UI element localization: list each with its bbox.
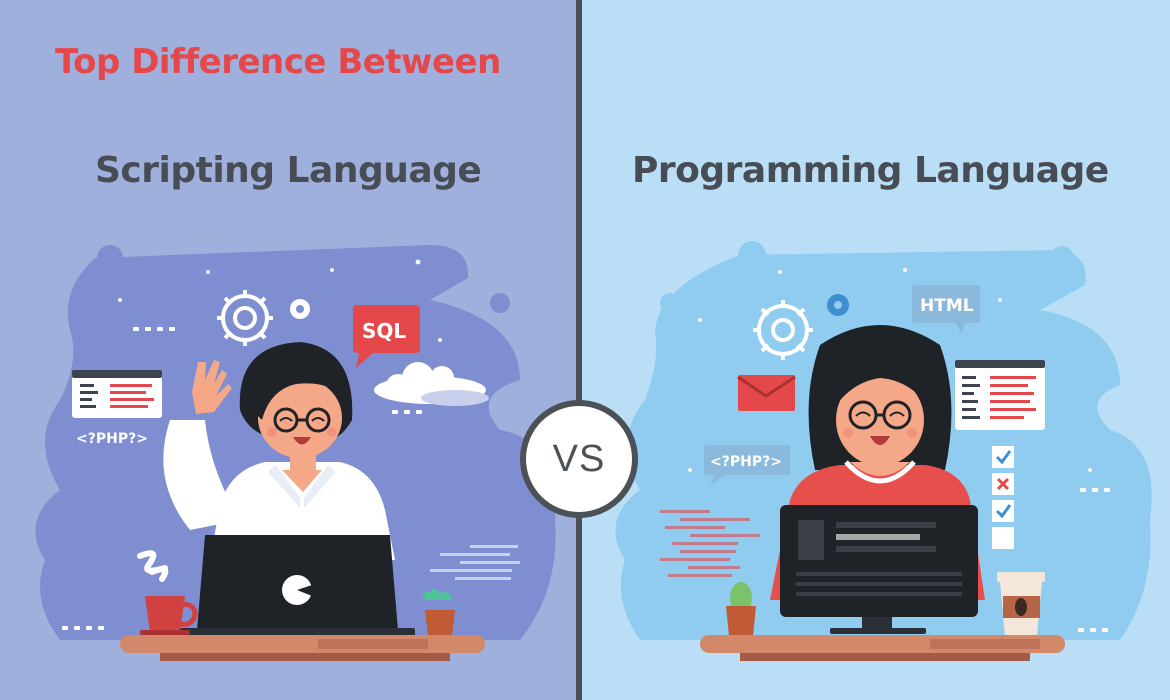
coffee-cup-icon xyxy=(997,572,1045,636)
code-window-icon xyxy=(955,360,1045,430)
illustration: <?PHP?> SQL HTML <?PHP?> xyxy=(35,241,1152,661)
code-window-icon xyxy=(72,370,162,418)
infographic: <?PHP?> SQL HTML <?PHP?> Top Difference … xyxy=(0,0,1170,700)
plant-icon xyxy=(423,588,455,636)
bubble xyxy=(490,293,510,313)
envelope-icon xyxy=(737,375,796,411)
sql-tag: SQL xyxy=(362,319,406,343)
bubble xyxy=(738,241,766,269)
bubble xyxy=(1050,246,1074,270)
small-gear-icon xyxy=(290,299,310,319)
vs-badge: VS xyxy=(520,400,638,518)
bubble xyxy=(97,245,123,271)
scripting-language-heading: Scripting Language xyxy=(95,150,482,191)
left-desk xyxy=(120,635,485,661)
laptop-icon xyxy=(180,535,415,636)
programming-language-heading: Programming Language xyxy=(632,150,1109,191)
php-tag-left: <?PHP?> xyxy=(76,431,148,447)
right-desk xyxy=(700,635,1065,661)
vs-label: VS xyxy=(552,437,606,480)
small-gear-icon xyxy=(827,294,849,316)
html-tag: HTML xyxy=(920,296,974,316)
cloud-shadow xyxy=(421,390,489,406)
page-title: Top Difference Between xyxy=(55,42,501,82)
left-scene: <?PHP?> SQL xyxy=(35,245,556,661)
php-tag-right: <?PHP?> xyxy=(710,454,782,470)
monitor-icon xyxy=(780,505,978,634)
bubble xyxy=(660,293,680,313)
right-scene: HTML <?PHP?> xyxy=(615,241,1152,661)
divider xyxy=(576,0,582,700)
